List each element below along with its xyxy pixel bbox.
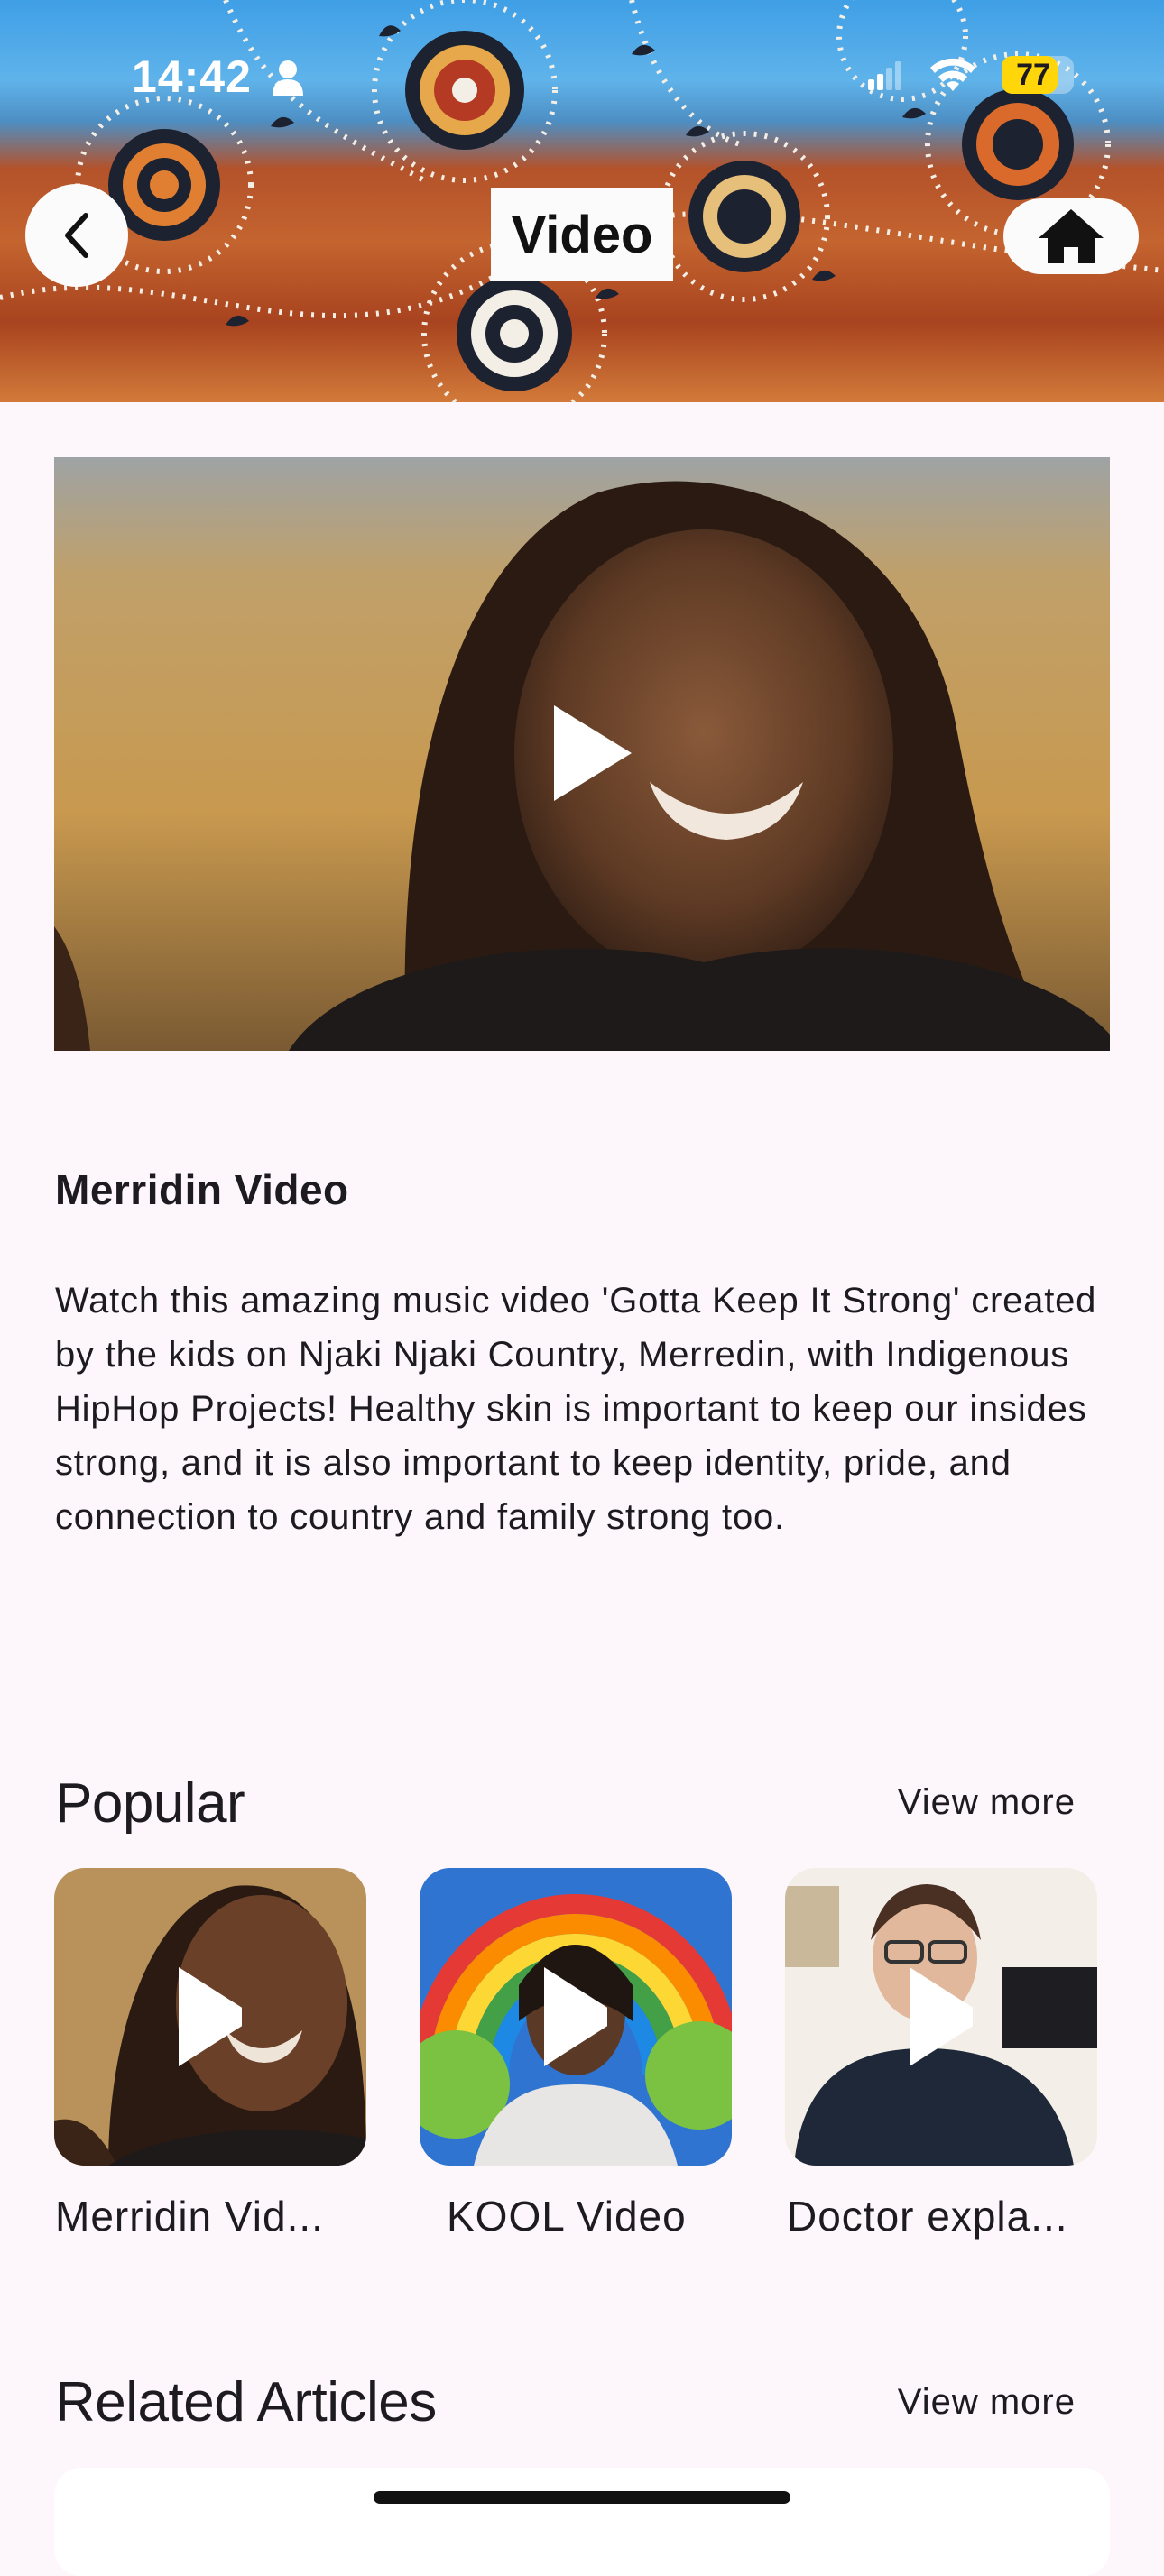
home-icon: [1039, 209, 1104, 263]
header-banner: 14:42 77 Video: [0, 0, 1164, 402]
play-icon: [544, 1967, 607, 2066]
status-indicators: 77: [868, 56, 1074, 94]
home-button[interactable]: [1003, 198, 1139, 274]
back-button[interactable]: [25, 184, 128, 287]
video-title: Merridin Video: [55, 1166, 349, 1213]
related-article-card[interactable]: [54, 2468, 1110, 2576]
video-description: Watch this amazing music video 'Gotta Ke…: [55, 1281, 1097, 1537]
chevron-left-icon: [65, 213, 88, 258]
popular-item-label[interactable]: Merridin Vid...: [55, 2192, 324, 2240]
play-icon: [179, 1967, 242, 2066]
popular-section-title: Popular: [55, 1772, 245, 1835]
status-time: 14:42: [132, 51, 252, 102]
home-indicator[interactable]: [374, 2491, 790, 2504]
related-articles-section-title: Related Articles: [55, 2371, 437, 2433]
cellular-signal-icon: [868, 61, 901, 90]
battery-indicator: 77: [1002, 56, 1074, 94]
play-icon[interactable]: [554, 705, 632, 801]
related-view-more-link[interactable]: View more: [898, 2382, 1076, 2423]
play-icon: [910, 1967, 973, 2066]
popular-item-thumbnail[interactable]: [785, 1868, 1097, 2166]
popular-item-label[interactable]: Doctor expla...: [787, 2192, 1068, 2240]
popular-item-label[interactable]: KOOL Video: [447, 2192, 687, 2240]
person-icon: [273, 60, 303, 96]
battery-percent: 77: [1016, 58, 1050, 92]
popular-item-thumbnail[interactable]: [420, 1868, 732, 2166]
popular-item-thumbnail[interactable]: [54, 1868, 366, 2166]
page-title: Video: [491, 188, 673, 281]
wifi-icon: [930, 58, 975, 91]
popular-view-more-link[interactable]: View more: [898, 1782, 1076, 1823]
